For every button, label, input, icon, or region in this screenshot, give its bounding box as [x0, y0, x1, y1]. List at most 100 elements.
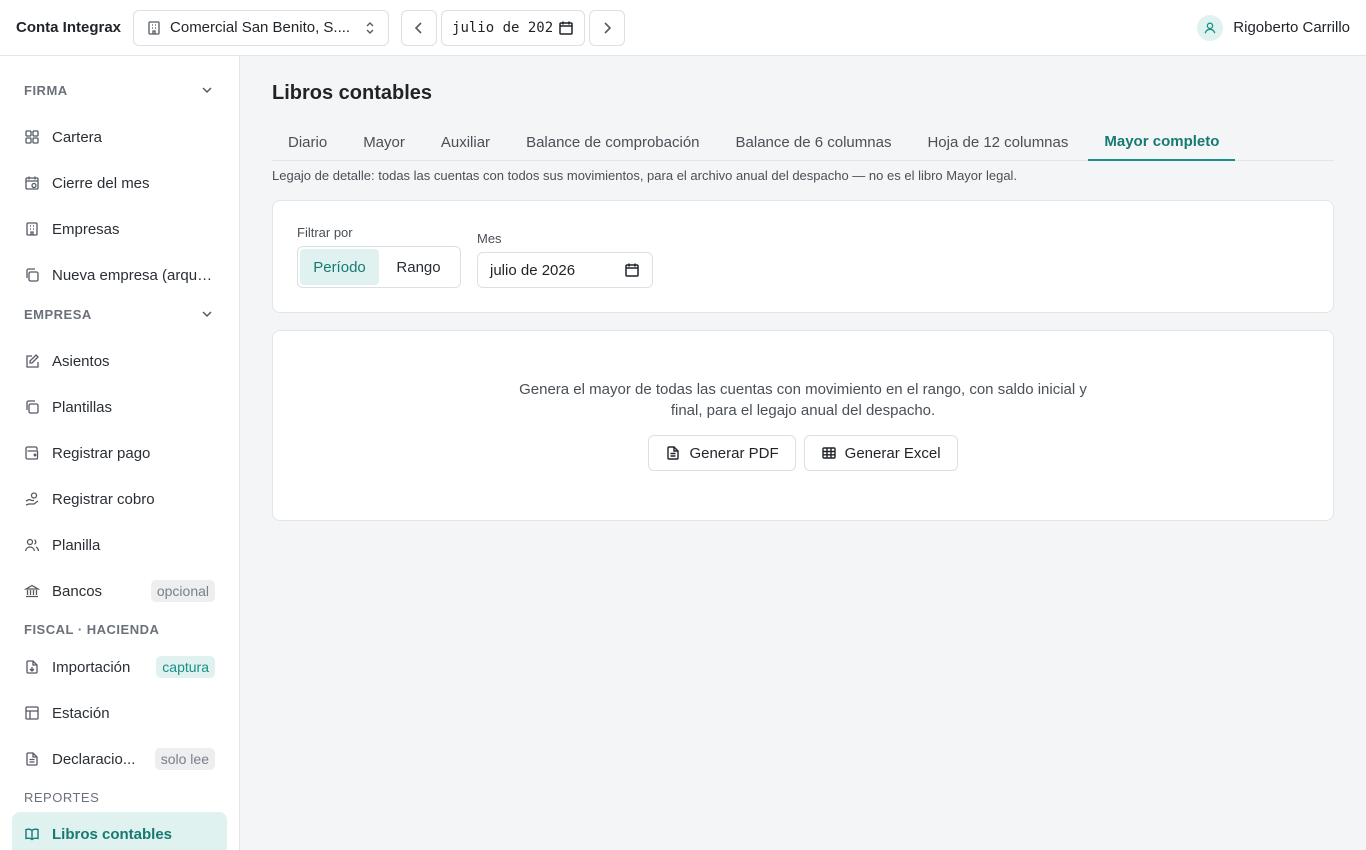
company-selector[interactable]: Comercial San Benito, S....	[133, 9, 390, 46]
sidebar-item-label: Libros contables	[52, 825, 173, 843]
sidebar-item-label: Nueva empresa (arque...	[52, 266, 215, 284]
status-badge: captura	[156, 656, 215, 678]
sidebar-item-declaraciones[interactable]: Declaracio... solo lee	[12, 736, 227, 782]
company-name: Comercial San Benito, S....	[170, 19, 351, 36]
status-badge: opcional	[150, 580, 215, 602]
mes-value: julio de 2026	[490, 261, 576, 279]
sidebar: FIRMA Cartera Cierre del mes Empresas Nu…	[0, 56, 240, 850]
section-empresa[interactable]: EMPRESA	[12, 298, 227, 330]
sidebar-item-importacion[interactable]: Importación captura	[12, 644, 227, 690]
sidebar-item-estacion[interactable]: Estación	[12, 690, 227, 736]
sidebar-item-cierre-del-mes[interactable]: Cierre del mes	[12, 160, 227, 206]
generate-description: Genera el mayor de todas las cuentas con…	[519, 381, 1087, 419]
chevron-left-icon	[411, 20, 427, 36]
sidebar-item-label: Declaracio...	[52, 750, 136, 768]
tab-mayor[interactable]: Mayor	[347, 123, 421, 161]
month-picker[interactable]: julio de 2026	[441, 9, 586, 46]
mes-date-input[interactable]: julio de 2026	[477, 252, 653, 288]
calendar-icon[interactable]	[558, 20, 574, 36]
grid-icon	[24, 129, 40, 145]
sidebar-item-bancos[interactable]: Bancos opcional	[12, 568, 227, 614]
chevron-down-icon	[199, 82, 215, 98]
table-icon	[821, 445, 837, 461]
tab-balance-6-columnas[interactable]: Balance de 6 columnas	[720, 123, 908, 161]
tab-bar: Diario Mayor Auxiliar Balance de comprob…	[272, 123, 1334, 161]
sidebar-item-nueva-empresa[interactable]: Nueva empresa (arque...	[12, 252, 227, 298]
mes-label: Mes	[477, 231, 502, 246]
sidebar-item-cartera[interactable]: Cartera	[12, 114, 227, 160]
tab-balance-comprobacion[interactable]: Balance de comprobación	[510, 123, 715, 161]
sidebar-item-registrar-pago[interactable]: Registrar pago	[12, 430, 227, 476]
copy-icon	[24, 267, 40, 283]
sidebar-item-label: Bancos	[52, 582, 103, 600]
wallet-icon	[24, 445, 40, 461]
section-firma[interactable]: FIRMA	[12, 74, 227, 106]
section-title: FIRMA	[24, 82, 68, 98]
section-title: FISCAL · HACIENDA	[24, 621, 160, 637]
sidebar-item-label: Plantillas	[52, 398, 113, 416]
chevrons-up-down-icon	[362, 20, 378, 36]
tab-diario[interactable]: Diario	[272, 123, 343, 161]
tab-auxiliar[interactable]: Auxiliar	[425, 123, 506, 161]
chevron-down-icon	[199, 306, 215, 322]
building-icon	[146, 20, 162, 36]
filter-periodo-option[interactable]: Período	[300, 249, 379, 285]
section-reportes: REPORTES	[12, 782, 227, 812]
sidebar-item-label: Importación	[52, 658, 131, 676]
calendar-icon[interactable]	[624, 262, 640, 278]
prev-month-button[interactable]	[401, 9, 438, 46]
app-brand: Conta Integrax	[16, 19, 122, 36]
sidebar-item-label: Asientos	[52, 352, 110, 370]
sidebar-item-registrar-cobro[interactable]: Registrar cobro	[12, 476, 227, 522]
main-content: Libros contables Diario Mayor Auxiliar B…	[240, 56, 1366, 850]
sidebar-item-label: Planilla	[52, 536, 101, 554]
sidebar-item-empresas[interactable]: Empresas	[12, 206, 227, 252]
sidebar-item-asientos[interactable]: Asientos	[12, 338, 227, 384]
filter-label: Filtrar por	[297, 225, 353, 240]
generate-excel-label: Generar Excel	[844, 444, 941, 462]
edit-icon	[24, 353, 40, 369]
next-month-button[interactable]	[589, 9, 626, 46]
sidebar-item-label: Cartera	[52, 128, 103, 146]
bank-icon	[24, 583, 40, 599]
page-title: Libros contables	[272, 82, 433, 104]
sidebar-item-plantillas[interactable]: Plantillas	[12, 384, 227, 430]
tab-hoja-12-columnas[interactable]: Hoja de 12 columnas	[911, 123, 1084, 161]
section-title: REPORTES	[24, 789, 100, 805]
hand-coins-icon	[24, 491, 40, 507]
filter-card: Filtrar por Período Rango Mes julio de 2…	[272, 200, 1334, 313]
sidebar-item-libros-contables[interactable]: Libros contables	[12, 812, 227, 850]
generate-actions: Generar PDF Generar Excel	[648, 435, 958, 471]
calendar-check-icon	[24, 175, 40, 191]
file-import-icon	[24, 659, 40, 675]
section-title: EMPRESA	[24, 306, 92, 322]
building-icon	[24, 221, 40, 237]
user-menu[interactable]: Rigoberto Carrillo	[1197, 14, 1350, 41]
file-text-icon	[24, 751, 40, 767]
sidebar-item-label: Cierre del mes	[52, 174, 150, 192]
filter-mode-toggle: Período Rango	[297, 246, 461, 288]
tab-description: Legajo de detalle: todas las cuentas con…	[272, 168, 1018, 183]
users-icon	[24, 537, 40, 553]
sidebar-item-label: Empresas	[52, 220, 120, 238]
tab-mayor-completo[interactable]: Mayor completo	[1088, 123, 1236, 161]
book-icon	[24, 826, 40, 842]
sidebar-item-label: Estación	[52, 704, 110, 722]
user-name: Rigoberto Carrillo	[1233, 19, 1350, 36]
section-fiscal: FISCAL · HACIENDA	[12, 614, 227, 644]
filter-rango-option[interactable]: Rango	[379, 249, 458, 285]
user-icon	[1197, 14, 1224, 41]
sidebar-item-label: Registrar cobro	[52, 490, 155, 508]
copy-icon	[24, 399, 40, 415]
generate-card: Genera el mayor de todas las cuentas con…	[272, 330, 1334, 521]
table-icon	[24, 705, 40, 721]
generate-excel-button[interactable]: Generar Excel	[803, 435, 958, 471]
generate-pdf-label: Generar PDF	[689, 444, 779, 462]
generate-pdf-button[interactable]: Generar PDF	[648, 435, 796, 471]
sidebar-item-planilla[interactable]: Planilla	[12, 522, 227, 568]
chevron-right-icon	[599, 20, 615, 36]
status-badge: solo lee	[154, 748, 215, 770]
file-text-icon	[665, 445, 681, 461]
month-value: julio de 2026	[452, 19, 555, 36]
sidebar-item-label: Registrar pago	[52, 444, 151, 462]
